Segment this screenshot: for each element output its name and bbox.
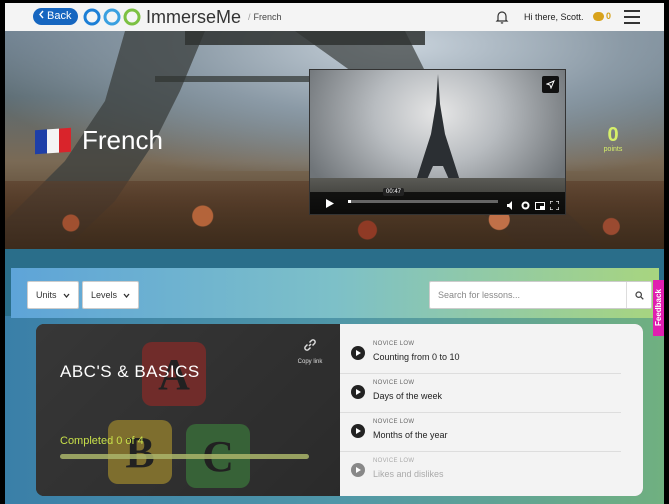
app-window: Back ImmerseMe / French Hi there, Scott. … <box>5 3 664 504</box>
video-progress-bar[interactable]: 00:47 <box>348 188 498 203</box>
points-value: 0 <box>607 124 619 146</box>
play-icon[interactable] <box>319 195 341 211</box>
play-icon[interactable] <box>351 385 365 399</box>
lesson-name: Counting from 0 to 10 <box>373 352 460 362</box>
breadcrumb: / French <box>248 12 282 22</box>
copy-link-label: Copy link <box>297 359 323 365</box>
chevron-left-icon <box>38 8 45 25</box>
levels-label: Levels <box>91 290 118 300</box>
lesson-level: NOVICE LOW <box>373 380 415 386</box>
units-dropdown[interactable]: Units <box>27 281 79 309</box>
unit-title: ABC'S & BASICS <box>60 362 200 381</box>
user-greeting[interactable]: Hi there, Scott. <box>524 12 584 22</box>
back-button[interactable]: Back <box>33 8 79 25</box>
video-controls: 00:47 <box>310 188 565 214</box>
coin-counter[interactable]: 0 <box>593 11 611 21</box>
chevron-down-icon <box>63 290 70 300</box>
top-bar: Back ImmerseMe / French Hi there, Scott. … <box>5 3 664 32</box>
play-icon[interactable] <box>351 346 365 360</box>
lesson-name: Likes and dislikes <box>373 469 444 479</box>
picture-in-picture-icon[interactable] <box>535 197 545 214</box>
completion-text: Completed 0 of 4 <box>60 435 144 447</box>
completion-progress-bar <box>60 454 309 459</box>
lesson-item[interactable]: NOVICE LOW Months of the year <box>340 412 621 452</box>
hero-banner: French 0 points 00:47 <box>5 31 664 249</box>
video-eiffel-tower <box>415 74 461 184</box>
hamburger-menu-icon[interactable] <box>624 10 640 28</box>
back-label: Back <box>47 10 72 22</box>
intro-video-player[interactable]: 00:47 <box>309 69 566 215</box>
lesson-item[interactable]: NOVICE LOW Days of the week <box>340 373 621 413</box>
play-icon[interactable] <box>351 463 365 477</box>
lesson-item[interactable]: NOVICE LOW Likes and dislikes <box>340 451 621 490</box>
lesson-name: Months of the year <box>373 430 448 440</box>
coin-icon <box>593 11 604 21</box>
language-title: French <box>82 125 163 155</box>
link-icon <box>304 339 316 351</box>
share-icon[interactable] <box>542 76 559 93</box>
search-icon[interactable] <box>626 282 651 308</box>
units-label: Units <box>36 290 57 300</box>
lesson-item[interactable]: NOVICE LOW Counting from 0 to 10 <box>340 334 621 374</box>
search-input[interactable] <box>430 289 626 301</box>
bell-icon[interactable] <box>495 9 509 29</box>
volume-icon[interactable] <box>507 197 516 214</box>
video-control-icons <box>507 197 560 214</box>
video-time-tooltip: 00:47 <box>383 188 405 196</box>
brand-name[interactable]: ImmerseMe <box>146 7 241 28</box>
copy-link-button[interactable]: Copy link <box>292 338 328 365</box>
levels-dropdown[interactable]: Levels <box>82 281 140 309</box>
french-flag-icon <box>35 127 71 155</box>
points-label: points <box>603 146 623 153</box>
settings-gear-icon[interactable] <box>521 197 530 214</box>
lesson-level: NOVICE LOW <box>373 458 415 464</box>
filter-toolbar: Units Levels <box>11 268 659 318</box>
lesson-search <box>429 281 652 309</box>
breadcrumb-item[interactable]: French <box>254 12 282 22</box>
video-progress-fill <box>348 200 351 203</box>
unit-card: A B C ABC'S & BASICS Copy link Completed… <box>36 324 643 496</box>
chevron-down-icon <box>123 290 130 300</box>
play-icon[interactable] <box>351 424 365 438</box>
lesson-name: Days of the week <box>373 391 443 401</box>
unit-card-cover[interactable]: A B C ABC'S & BASICS Copy link Completed… <box>36 324 340 496</box>
feedback-tab[interactable]: Feedback <box>653 280 664 336</box>
fullscreen-icon[interactable] <box>549 197 560 214</box>
lesson-level: NOVICE LOW <box>373 341 415 347</box>
lesson-level: NOVICE LOW <box>373 419 415 425</box>
lesson-list: NOVICE LOW Counting from 0 to 10 NOVICE … <box>340 324 643 496</box>
immerseme-logo-icon[interactable] <box>82 8 142 26</box>
points-display: 0 points <box>595 124 631 153</box>
coin-count: 0 <box>606 11 612 21</box>
